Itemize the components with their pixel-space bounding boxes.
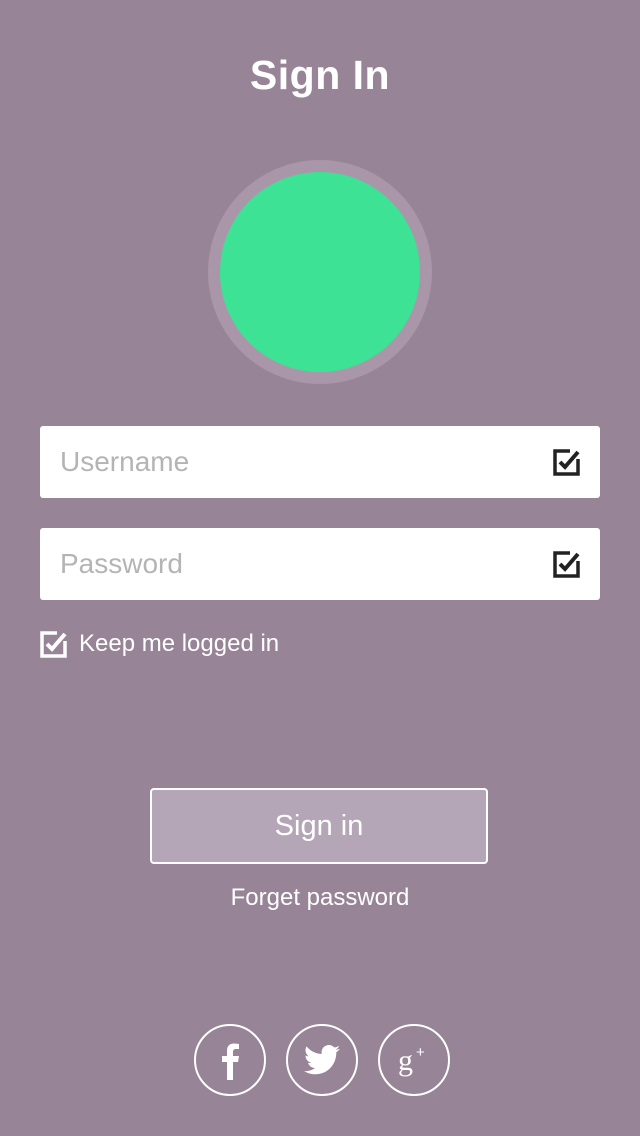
avatar[interactable] [220,172,420,372]
username-input[interactable] [40,426,540,498]
checkbox-checked-icon [553,449,580,476]
page-title: Sign In [249,52,391,98]
password-field[interactable] [40,528,600,600]
google-plus-icon: g + [398,1044,425,1077]
facebook-button[interactable] [194,1024,266,1096]
svg-text:+: + [416,1044,425,1061]
username-field[interactable] [40,426,600,498]
twitter-icon [304,1045,340,1075]
keep-logged-in-label: Keep me logged in [79,630,280,657]
forget-password-link[interactable]: Forget password [0,884,640,912]
twitter-button[interactable] [286,1024,358,1096]
password-input[interactable] [40,528,540,600]
google-plus-button[interactable]: g + [378,1024,450,1096]
keep-logged-in-checkbox[interactable]: Keep me logged in [40,630,279,658]
checkbox-checked-icon [553,551,580,578]
svg-text:g: g [398,1044,413,1077]
avatar-ring [208,160,432,384]
sign-in-button[interactable]: Sign in [150,788,488,864]
checkbox-checked-icon[interactable] [40,630,67,658]
facebook-icon [222,1043,239,1080]
